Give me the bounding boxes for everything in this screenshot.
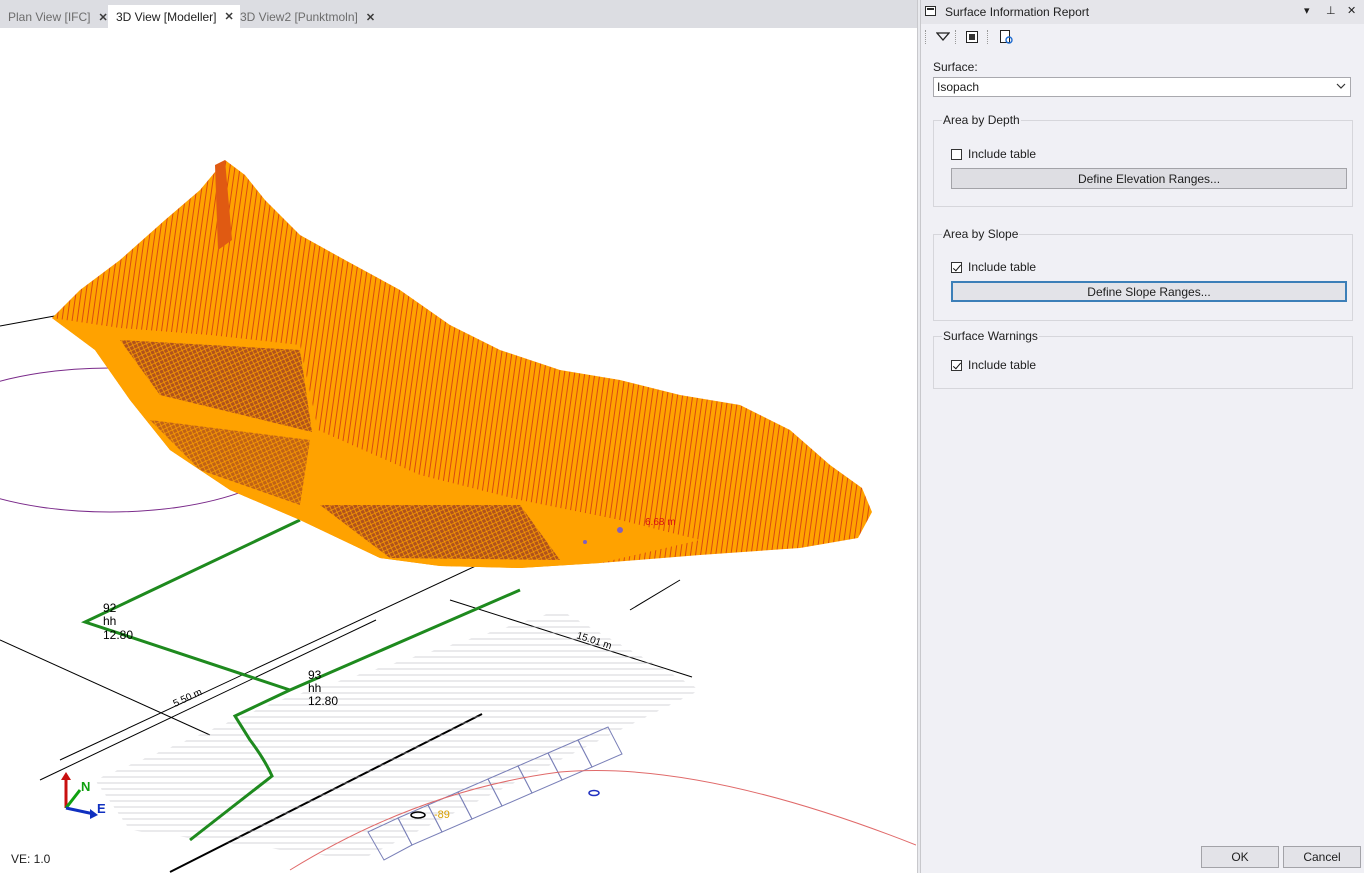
checkbox-box — [951, 148, 962, 160]
area-by-slope-group: Area by Slope Include table Define Slope… — [933, 227, 1353, 321]
group-legend: Surface Warnings — [942, 329, 1039, 343]
close-icon[interactable]: ✕ — [366, 11, 375, 24]
checkbox-box — [951, 261, 962, 273]
east-label: E — [97, 801, 106, 816]
cancel-button[interactable]: Cancel — [1283, 846, 1361, 868]
annotation-text: 93 — [308, 668, 322, 682]
tab-3d-view2-punktmoln[interactable]: 3D View2 [Punktmoln] ✕ — [232, 6, 380, 28]
dimension-text: -89 — [434, 809, 450, 821]
close-icon[interactable]: ✕ — [98, 11, 107, 24]
3d-viewport[interactable]: 92 hh 12.80 93 hh 12.80 5.50 m 15.01 m 6… — [0, 28, 916, 873]
tab-bar: Plan View [IFC] ✕ 3D View [Modeller] ✕ 3… — [0, 0, 917, 28]
pin-icon[interactable]: ⊥ — [1326, 4, 1336, 17]
define-elevation-ranges-button[interactable]: Define Elevation Ranges... — [951, 168, 1347, 189]
north-label: N — [81, 779, 90, 794]
toolbar-separator — [955, 30, 958, 44]
checkbox-label: Include table — [968, 260, 1037, 274]
surface-warnings-group: Surface Warnings Include table — [933, 329, 1353, 389]
define-slope-ranges-button[interactable]: Define Slope Ranges... — [951, 281, 1347, 302]
panel-title: Surface Information Report — [945, 5, 1090, 19]
checkbox-label: Include table — [968, 358, 1037, 372]
close-icon[interactable]: ✕ — [1347, 4, 1356, 17]
warnings-include-table-checkbox[interactable]: Include table — [951, 358, 1036, 372]
menu-chevron-icon[interactable]: ▾ — [1304, 4, 1310, 17]
group-legend: Area by Slope — [942, 227, 1020, 241]
chevron-down-icon — [1336, 80, 1346, 95]
window-icon — [925, 6, 936, 16]
scene-canvas: 92 hh 12.80 93 hh 12.80 5.50 m 15.01 m 6… — [0, 160, 916, 873]
slope-include-table-checkbox[interactable]: Include table — [951, 260, 1036, 274]
tab-label: 3D View [Modeller] — [116, 9, 217, 24]
group-legend: Area by Depth — [942, 113, 1021, 127]
panel-title-bar: Surface Information Report ▾ ⊥ ✕ — [921, 0, 1364, 24]
panel-toolbar — [921, 25, 1364, 49]
document-area: Plan View [IFC] ✕ 3D View [Modeller] ✕ 3… — [0, 0, 918, 873]
report-icon[interactable] — [962, 28, 982, 46]
annotation-text: hh — [103, 614, 116, 628]
dimension-text: 5.50 m — [172, 687, 204, 710]
annotation-text: 12.80 — [308, 694, 338, 708]
vertical-exaggeration-label: VE: 1.0 — [11, 852, 51, 866]
tab-label: Plan View [IFC] — [8, 10, 91, 24]
checkbox-label: Include table — [968, 147, 1037, 161]
preview-icon[interactable] — [996, 28, 1016, 46]
surface-label: Surface: — [933, 60, 978, 74]
annotation-text: 12.80 — [103, 628, 133, 642]
surface-information-report-panel: Surface Information Report ▾ ⊥ ✕ Surface… — [920, 0, 1364, 873]
tab-plan-view[interactable]: Plan View [IFC] ✕ — [0, 6, 108, 28]
tab-3d-view-modeller[interactable]: 3D View [Modeller] ✕ — [108, 5, 240, 28]
depth-include-table-checkbox[interactable]: Include table — [951, 147, 1036, 161]
annotation-text: hh — [308, 681, 321, 695]
surface-dropdown[interactable]: Isopach — [933, 77, 1351, 97]
toolbar-separator — [987, 30, 990, 44]
toolbar-separator — [925, 30, 928, 44]
isopach-surface[interactable] — [52, 160, 872, 568]
ok-button[interactable]: OK — [1201, 846, 1279, 868]
checkbox-box — [951, 359, 962, 371]
filter-icon[interactable] — [933, 28, 953, 46]
annotation-text: 92 — [103, 601, 117, 615]
tab-label: 3D View2 [Punktmoln] — [240, 10, 358, 24]
dimension-text: 6.68 m — [645, 517, 676, 528]
surface-value: Isopach — [937, 80, 980, 94]
area-by-depth-group: Area by Depth Include table Define Eleva… — [933, 113, 1353, 207]
